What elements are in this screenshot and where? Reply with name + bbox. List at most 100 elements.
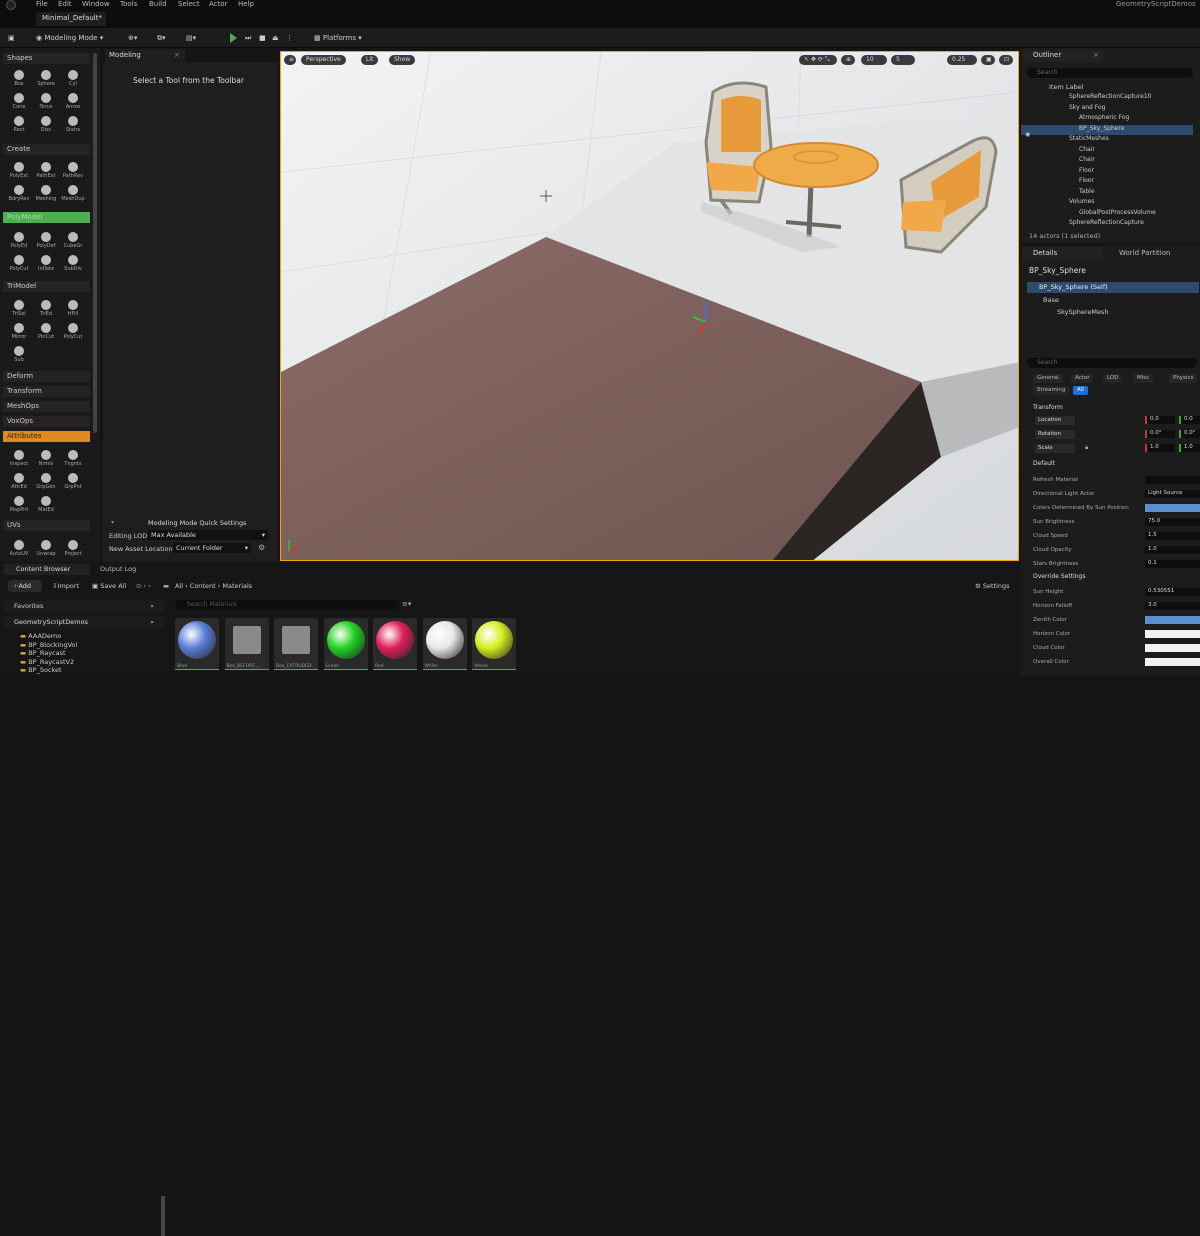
property-value[interactable]: 75.0 [1145,518,1200,526]
menu-file[interactable]: File [36,0,48,8]
add-actor-icon[interactable]: ⊕▾ [128,31,150,45]
import-button[interactable]: ⇩Import [52,582,79,590]
outliner-item[interactable]: SphereReflectionCapture10 [1021,93,1193,103]
property-value[interactable]: Light Source [1145,490,1200,498]
section-attributes[interactable]: Attributes [3,431,90,442]
section-deform[interactable]: Deform [3,371,90,382]
asset-location-select[interactable]: Current Folder ▾ [173,543,251,553]
tool-shapes-0[interactable]: Box [7,70,31,87]
tool-create-3[interactable]: BdryRev [7,185,31,202]
outliner-item[interactable]: Sky and Fog [1021,104,1193,114]
asset-search[interactable]: Search Materials [175,600,400,610]
rotation-y[interactable]: 0.0° [1179,430,1200,438]
menu-select[interactable]: Select [178,0,200,8]
asset-card[interactable]: Yellow [472,618,516,670]
property-value[interactable]: 1.5 [1145,532,1200,540]
menu-window[interactable]: Window [82,0,110,8]
outliner-search[interactable]: Search [1027,68,1193,78]
crumb-materials[interactable]: Materials [222,582,252,590]
tool-attributes-0[interactable]: Inspect [7,450,31,467]
content-browser-tab[interactable]: Content Browser [4,564,90,575]
eject-icon[interactable]: ⏏ [272,31,282,45]
property-value[interactable] [1145,630,1200,638]
blueprint-icon[interactable]: ⧉▾ [157,31,179,45]
stop-icon[interactable]: ■ [259,31,269,45]
transform-tools[interactable]: ↖ ✥ ⟳ ⤡ [799,55,837,65]
perspective-button[interactable]: Perspective [301,55,346,65]
tool-shapes-6[interactable]: Rect [7,116,31,133]
step-icon[interactable]: ⏭ [245,31,255,45]
property-value[interactable] [1145,658,1200,666]
default-section[interactable]: Default [1033,460,1055,467]
tool-shapes-5[interactable]: Arrow [61,93,85,110]
location-y[interactable]: 0.0 [1179,416,1200,424]
section-transform[interactable]: Transform [3,386,90,397]
tool-trimodel-6[interactable]: Sub [7,346,31,363]
tool-shapes-2[interactable]: Cyl [61,70,85,87]
folder-item[interactable]: ▬ BP_Socket [20,666,62,674]
outliner-item[interactable]: Chair [1021,156,1193,166]
property-value[interactable] [1145,476,1200,484]
tool-attributes-1[interactable]: Nrmls [34,450,58,467]
rotation-x[interactable]: 0.0° [1145,430,1175,438]
lit-button[interactable]: Lit [361,55,379,65]
menu-build[interactable]: Build [149,0,167,8]
filter-all[interactable]: All [1073,386,1088,395]
folder-scrollbar[interactable] [161,1196,165,1236]
scale-x[interactable]: 1.0 [1145,444,1175,452]
outliner-item[interactable]: Atmospheric Fog [1021,114,1193,124]
camera-speed-icon[interactable]: ▣ [981,55,995,65]
modeling-tab[interactable]: Modeling [105,49,185,62]
tool-attributes-5[interactable]: GrpPnt [61,473,85,490]
scale-snap[interactable]: 0.25 [947,55,977,65]
tool-create-2[interactable]: PathRev [61,162,85,179]
gear-icon[interactable]: ⚙ [258,543,265,552]
world-local-icon[interactable]: ⊕ [841,55,855,65]
folder-item[interactable]: ▬ BP_RaycastV2 [20,658,74,666]
rotation-dropdown[interactable]: Rotation [1035,430,1075,439]
outliner-item[interactable]: Table [1021,188,1193,198]
close-icon[interactable]: × [1093,51,1099,59]
details-search[interactable]: Search [1027,358,1197,368]
details-tab[interactable]: Details [1023,247,1103,260]
tool-create-0[interactable]: PolyExt [7,162,31,179]
output-log-tab[interactable]: Output Log [92,564,152,575]
history-icon[interactable]: ⊙ ‹ › [136,582,151,590]
filter-icon[interactable]: ≡▾ [402,600,411,608]
tool-attributes-6[interactable]: MapPnt [7,496,31,513]
crumb-content[interactable]: Content [190,582,216,590]
menu-actor[interactable]: Actor [209,0,227,8]
tool-attributes-4[interactable]: GrpGen [34,473,58,490]
section-meshops[interactable]: MeshOps [3,401,90,412]
tool-shapes-3[interactable]: Cone [7,93,31,110]
property-value[interactable]: 3.0 [1145,602,1200,610]
outliner-item[interactable]: Chair [1021,146,1193,156]
asset-card[interactable]: Blue [175,618,219,670]
viewport-menu-icon[interactable]: ≡ [284,55,296,65]
filter-physics[interactable]: Physics [1169,374,1198,383]
editing-lod-select[interactable]: Max Available ▾ [148,530,268,540]
play-icon[interactable] [230,33,237,43]
tool-trimodel-1[interactable]: TriEd [34,300,58,317]
property-value[interactable] [1145,504,1200,512]
play-options-icon[interactable]: ⋮ [286,31,296,45]
outliner-item[interactable]: Floor [1021,177,1193,187]
section-polymodel[interactable]: PolyModel [3,212,90,223]
world-partition-tab[interactable]: World Partition [1111,247,1199,260]
tool-shapes-8[interactable]: Stairs [61,116,85,133]
location-dropdown[interactable]: Location [1035,416,1075,425]
location-x[interactable]: 0.0 [1145,416,1175,424]
property-value[interactable] [1145,644,1200,652]
asset-card[interactable]: Red [373,618,417,670]
filter-actor[interactable]: Actor [1071,374,1094,383]
outliner-item[interactable]: SphereReflectionCapture [1021,219,1193,229]
menu-edit[interactable]: Edit [58,0,72,8]
favorites-header[interactable]: Favorites ⌕ [4,600,164,612]
tool-create-5[interactable]: MeshDup [61,185,85,202]
tool-trimodel-3[interactable]: Mirror [7,323,31,340]
tool-create-1[interactable]: PathExt [34,162,58,179]
override-section[interactable]: Override Settings [1033,573,1085,580]
lock-icon[interactable]: 🔒︎ [1085,444,1088,452]
transform-section[interactable]: Transform [1033,404,1063,411]
asset-card[interactable]: Green [323,618,368,670]
